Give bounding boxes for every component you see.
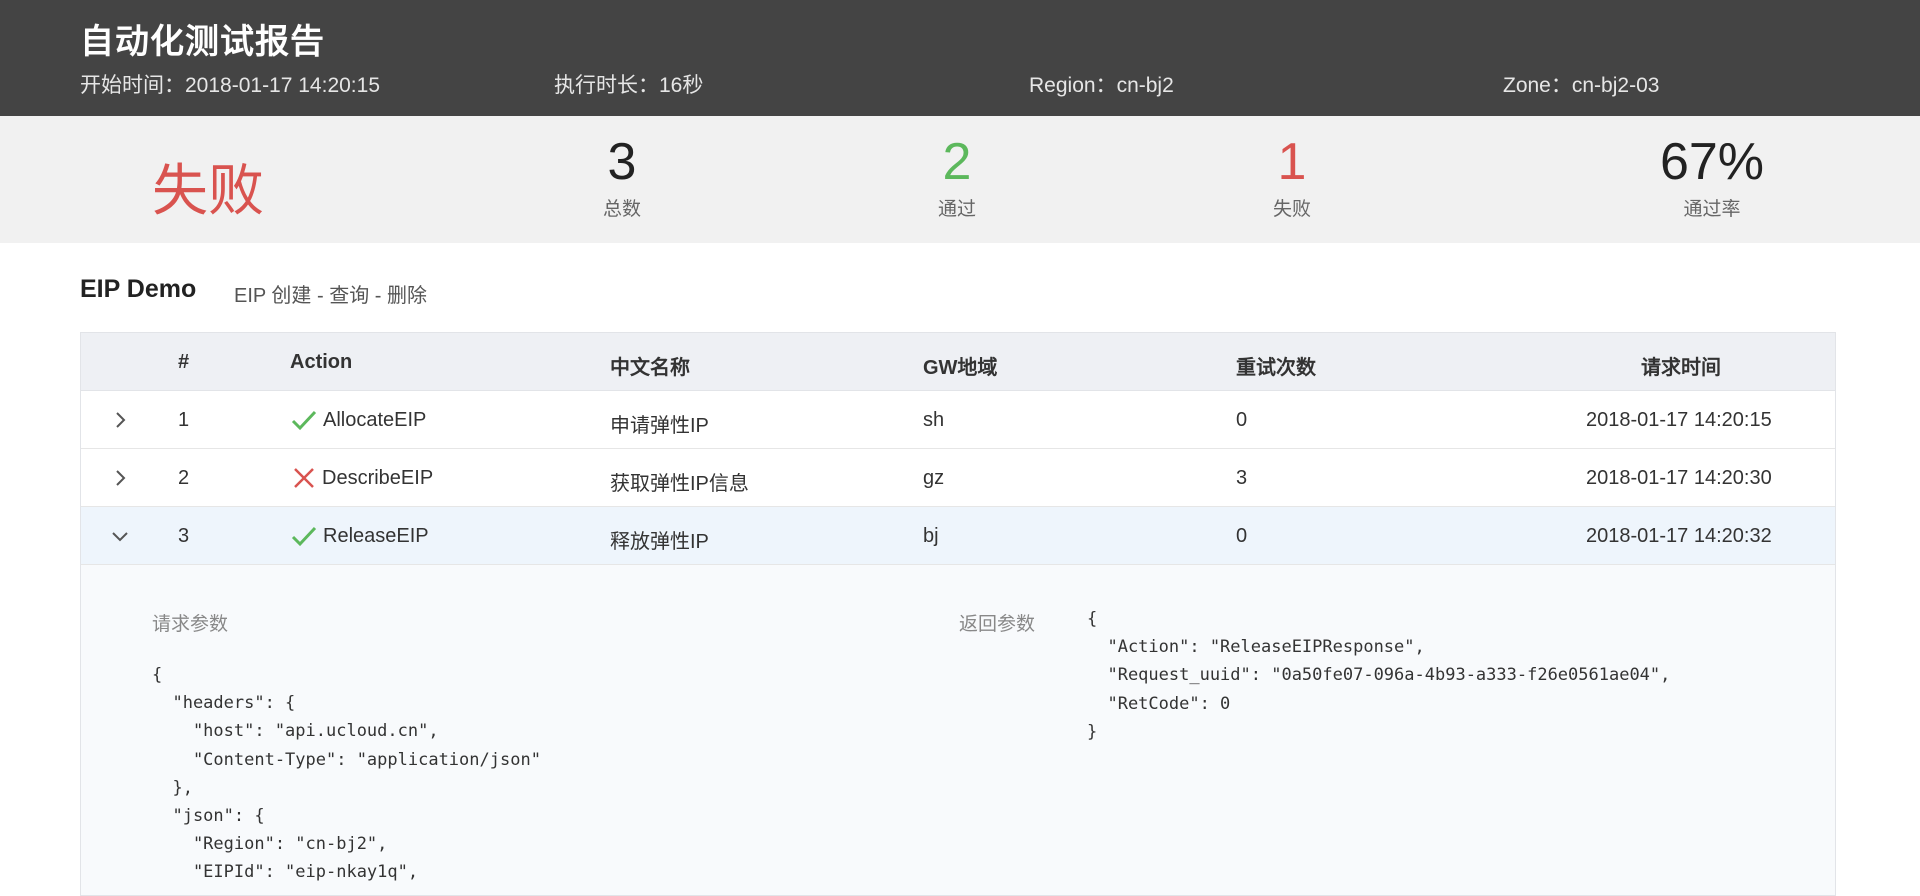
cross-icon bbox=[294, 468, 314, 488]
stat-pass-rate-value: 67% bbox=[1659, 133, 1765, 191]
row-time: 2018-01-17 14:20:15 bbox=[1586, 409, 1772, 431]
stat-total: 3 总数 bbox=[522, 132, 722, 221]
row-retries: 3 bbox=[1236, 467, 1248, 489]
chevron-down-icon[interactable] bbox=[107, 523, 133, 549]
row-time: 2018-01-17 14:20:32 bbox=[1586, 525, 1772, 547]
table-row[interactable]: 1 AllocateEIP 申请弹性IP sh 0 2018-01-17 14:… bbox=[81, 391, 1835, 449]
test-case-table: # Action 中文名称 GW地域 重试次数 请求时间 1 AllocateE… bbox=[80, 332, 1836, 896]
row-time: 2018-01-17 14:20:30 bbox=[1586, 467, 1772, 489]
stat-passed-value: 2 bbox=[942, 133, 972, 191]
row-name: 申请弹性IP bbox=[610, 415, 709, 437]
meta-zone: Zone：cn-bj2-03 bbox=[1503, 74, 1660, 97]
row-index: 1 bbox=[178, 409, 190, 431]
chevron-right-icon[interactable] bbox=[107, 407, 133, 433]
row-action: ReleaseEIP bbox=[323, 525, 429, 547]
table-header: # Action 中文名称 GW地域 重试次数 请求时间 bbox=[81, 333, 1835, 391]
check-icon bbox=[291, 410, 317, 431]
meta-start-time: 开始时间：2018-01-17 14:20:15 bbox=[80, 74, 380, 97]
response-params-label: 返回参数 bbox=[959, 614, 1036, 635]
column-header-name: 中文名称 bbox=[610, 357, 690, 379]
report-title: 自动化测试报告 bbox=[80, 23, 325, 61]
summary-bar: 失败 3 总数 2 通过 1 失败 67% 通过率 bbox=[0, 116, 1920, 243]
request-params-label: 请求参数 bbox=[152, 614, 229, 635]
meta-duration: 执行时长：16秒 bbox=[554, 74, 704, 97]
row-index: 2 bbox=[178, 467, 190, 489]
row-retries: 0 bbox=[1236, 409, 1248, 431]
column-header-action: Action bbox=[290, 351, 353, 373]
column-header-time: 请求时间 bbox=[1641, 357, 1721, 379]
request-params-code: { "headers": { "host": "api.ucloud.cn", … bbox=[152, 665, 541, 883]
response-params-code: { "Action": "ReleaseEIPResponse", "Reque… bbox=[1087, 609, 1671, 742]
row-detail-panel: 请求参数 返回参数 { "headers": { "host": "api.uc… bbox=[81, 565, 1835, 895]
stat-passed-label: 通过 bbox=[937, 199, 976, 220]
suite-name: EIP Demo bbox=[80, 275, 197, 303]
row-name: 释放弹性IP bbox=[610, 531, 709, 553]
stat-passed: 2 通过 bbox=[857, 132, 1057, 221]
row-region: sh bbox=[923, 409, 945, 431]
table-row[interactable]: 2 DescribeEIP 获取弹性IP信息 gz 3 2018-01-17 1… bbox=[81, 449, 1835, 507]
row-index: 3 bbox=[178, 525, 190, 547]
table-row[interactable]: 3 ReleaseEIP 释放弹性IP bj 0 2018-01-17 14:2… bbox=[81, 507, 1835, 565]
stat-failed-label: 失败 bbox=[1272, 199, 1311, 220]
row-region: gz bbox=[923, 467, 945, 489]
overall-status: 失败 bbox=[152, 159, 264, 222]
chevron-right-icon[interactable] bbox=[107, 465, 133, 491]
column-header-index: # bbox=[178, 351, 190, 373]
stat-total-value: 3 bbox=[607, 133, 637, 191]
report-header: 自动化测试报告 开始时间：2018-01-17 14:20:15 执行时长：16… bbox=[0, 0, 1920, 116]
check-icon bbox=[291, 526, 317, 547]
row-region: bj bbox=[923, 525, 939, 547]
row-action: AllocateEIP bbox=[323, 409, 427, 431]
row-retries: 0 bbox=[1236, 525, 1248, 547]
meta-region: Region：cn-bj2 bbox=[1029, 74, 1174, 97]
column-header-retries: 重试次数 bbox=[1236, 357, 1316, 379]
stat-total-label: 总数 bbox=[602, 199, 641, 220]
stat-failed: 1 失败 bbox=[1192, 132, 1392, 221]
stat-pass-rate: 67% 通过率 bbox=[1612, 132, 1812, 221]
row-name: 获取弹性IP信息 bbox=[610, 473, 749, 495]
stat-pass-rate-label: 通过率 bbox=[1683, 199, 1741, 220]
column-header-region: GW地域 bbox=[923, 357, 998, 379]
row-action: DescribeEIP bbox=[322, 467, 434, 489]
stat-failed-value: 1 bbox=[1277, 133, 1307, 191]
suite-description: EIP 创建 - 查询 - 删除 bbox=[234, 285, 427, 307]
